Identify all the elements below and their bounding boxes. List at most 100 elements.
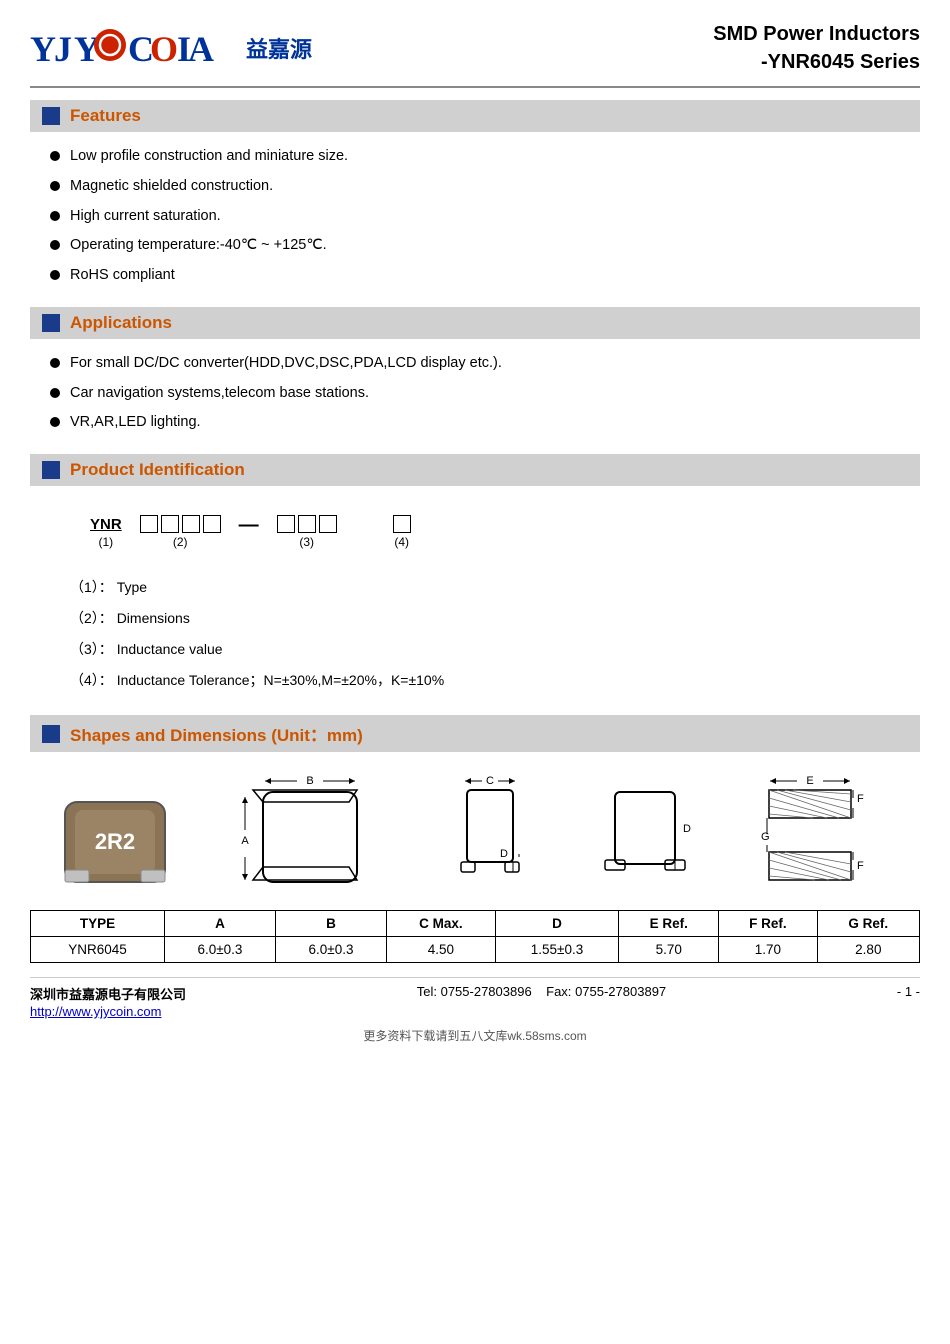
bullet-dot xyxy=(50,181,60,191)
cell-a: 6.0±0.3 xyxy=(164,937,275,963)
col-a: A xyxy=(164,911,275,937)
list-item: For small DC/DC converter(HDD,DVC,DSC,PD… xyxy=(50,353,920,375)
features-header: Features xyxy=(30,100,920,132)
cell-d: 1.55±0.3 xyxy=(495,937,619,963)
list-item: Magnetic shielded construction. xyxy=(50,176,920,198)
svg-text:D: D xyxy=(683,823,691,835)
pid-dash: — xyxy=(239,512,259,537)
header-title: SMD Power Inductors -YNR6045 Series xyxy=(713,20,920,76)
fax-label: Fax: xyxy=(546,984,571,999)
list-item: （4）： Inductance Tolerance；N=±30%,M=±20%，… xyxy=(70,670,920,691)
features-icon xyxy=(42,107,60,125)
company-website[interactable]: http://www.yjycoin.com xyxy=(30,1004,162,1019)
pid-boxes-1 xyxy=(393,515,411,533)
col-e: E Ref. xyxy=(619,911,719,937)
pid-boxes-4 xyxy=(140,515,221,533)
features-title: Features xyxy=(70,106,141,126)
cell-f: 1.70 xyxy=(719,937,818,963)
col-f: F Ref. xyxy=(719,911,818,937)
list-item: （3）： Inductance value xyxy=(70,639,920,660)
shapes-header: Shapes and Dimensions (Unit：mm) xyxy=(30,715,920,752)
col-b: B xyxy=(275,911,386,937)
list-item: Car navigation systems,telecom base stat… xyxy=(50,383,920,405)
pid-desc-4-text: Inductance Tolerance；N=±30%,M=±20%，K=±10… xyxy=(117,672,444,688)
pid-prefix-num: (1) xyxy=(99,535,114,549)
pid-desc-2-text: Dimensions xyxy=(117,610,190,626)
product-id-header: Product Identification xyxy=(30,454,920,486)
svg-text:G: G xyxy=(761,831,770,843)
bullet-dot xyxy=(50,211,60,221)
pid-part1: YNR (1) xyxy=(90,516,122,549)
svg-text:C: C xyxy=(486,775,494,787)
header-title-line2: -YNR6045 Series xyxy=(713,48,920,76)
col-c: C Max. xyxy=(387,911,496,937)
col-type: TYPE xyxy=(31,911,165,937)
page-footer: 深圳市益嘉源电子有限公司 http://www.yjycoin.com Tel:… xyxy=(30,977,920,1019)
side-profile-diagram: C D xyxy=(445,772,535,892)
front-view-diagram: B A xyxy=(235,772,385,892)
component-photo: 2R2 xyxy=(55,782,175,892)
shapes-title: Shapes and Dimensions (Unit：mm) xyxy=(70,721,363,746)
col-d: D xyxy=(495,911,619,937)
shapes-diagrams: 2R2 B A C D xyxy=(30,762,920,902)
cell-e: 5.70 xyxy=(619,937,719,963)
cell-g: 2.80 xyxy=(817,937,919,963)
pid-desc-1-num: （1）： xyxy=(70,579,113,595)
logo-area: Y J Y C O I A 益嘉源 xyxy=(30,23,312,73)
cross-section-diagram: D xyxy=(595,772,695,892)
cell-b: 6.0±0.3 xyxy=(275,937,386,963)
bullet-dot xyxy=(50,388,60,398)
logo-chinese: 益嘉源 xyxy=(246,32,312,64)
applications-list: For small DC/DC converter(HDD,DVC,DSC,PD… xyxy=(30,349,920,446)
svg-text:O: O xyxy=(150,29,178,69)
footer-left: 深圳市益嘉源电子有限公司 http://www.yjycoin.com xyxy=(30,984,186,1019)
features-list: Low profile construction and miniature s… xyxy=(30,142,920,299)
pid-desc-3-text: Inductance value xyxy=(117,641,223,657)
pid-boxes-3 xyxy=(277,515,337,533)
applications-icon xyxy=(42,314,60,332)
svg-text:F: F xyxy=(857,793,864,805)
list-item: High current saturation. xyxy=(50,206,920,228)
list-item: Operating temperature:-40℃ ~ +125℃. xyxy=(50,235,920,257)
pid-box4-num: (2) xyxy=(173,535,188,549)
bullet-dot xyxy=(50,151,60,161)
dimensions-table: TYPE A B C Max. D E Ref. F Ref. G Ref. Y… xyxy=(30,910,920,963)
pid-desc-3-num: （3）： xyxy=(70,641,113,657)
pid-part3: (3) xyxy=(277,515,337,549)
pid-desc-4-num: （4）： xyxy=(70,672,113,688)
list-item: Low profile construction and miniature s… xyxy=(50,146,920,168)
shapes-icon xyxy=(42,725,60,743)
pid-prefix: YNR xyxy=(90,516,122,533)
col-g: G Ref. xyxy=(817,911,919,937)
pid-desc-2-num: （2）： xyxy=(70,610,113,626)
pid-box1-num: (4) xyxy=(394,535,409,549)
fax-number: 0755-27803897 xyxy=(575,984,666,999)
svg-text:A: A xyxy=(188,29,214,69)
product-id-desc-list: （1）： Type （2）： Dimensions （3）： Inductanc… xyxy=(30,571,920,707)
product-id-diagram: YNR (1) (2) — (3) (4) xyxy=(30,496,920,565)
logo-svg: Y J Y C O I A xyxy=(30,23,230,73)
svg-text:A: A xyxy=(241,835,249,847)
svg-text:Y: Y xyxy=(30,29,56,69)
cell-c: 4.50 xyxy=(387,937,496,963)
svg-text:B: B xyxy=(306,775,313,787)
footer-page: - 1 - xyxy=(897,984,920,999)
bullet-dot xyxy=(50,270,60,280)
bullet-dot xyxy=(50,358,60,368)
list-item: RoHS compliant xyxy=(50,265,920,287)
company-name: 深圳市益嘉源电子有限公司 xyxy=(30,984,186,1003)
applications-header: Applications xyxy=(30,307,920,339)
product-id-title: Product Identification xyxy=(70,460,245,480)
pid-part2: (2) xyxy=(140,515,221,549)
bullet-dot xyxy=(50,240,60,250)
page-header: Y J Y C O I A 益嘉源 SMD Power Inductors -Y… xyxy=(30,20,920,88)
page-number: - 1 - xyxy=(897,984,920,999)
list-item: VR,AR,LED lighting. xyxy=(50,412,920,434)
pid-part4: (4) xyxy=(393,515,411,549)
cell-type: YNR6045 xyxy=(31,937,165,963)
svg-text:F: F xyxy=(857,860,864,872)
table-row: YNR6045 6.0±0.3 6.0±0.3 4.50 1.55±0.3 5.… xyxy=(31,937,920,963)
product-id-icon xyxy=(42,461,60,479)
svg-text:D: D xyxy=(500,848,508,860)
bullet-dot xyxy=(50,417,60,427)
